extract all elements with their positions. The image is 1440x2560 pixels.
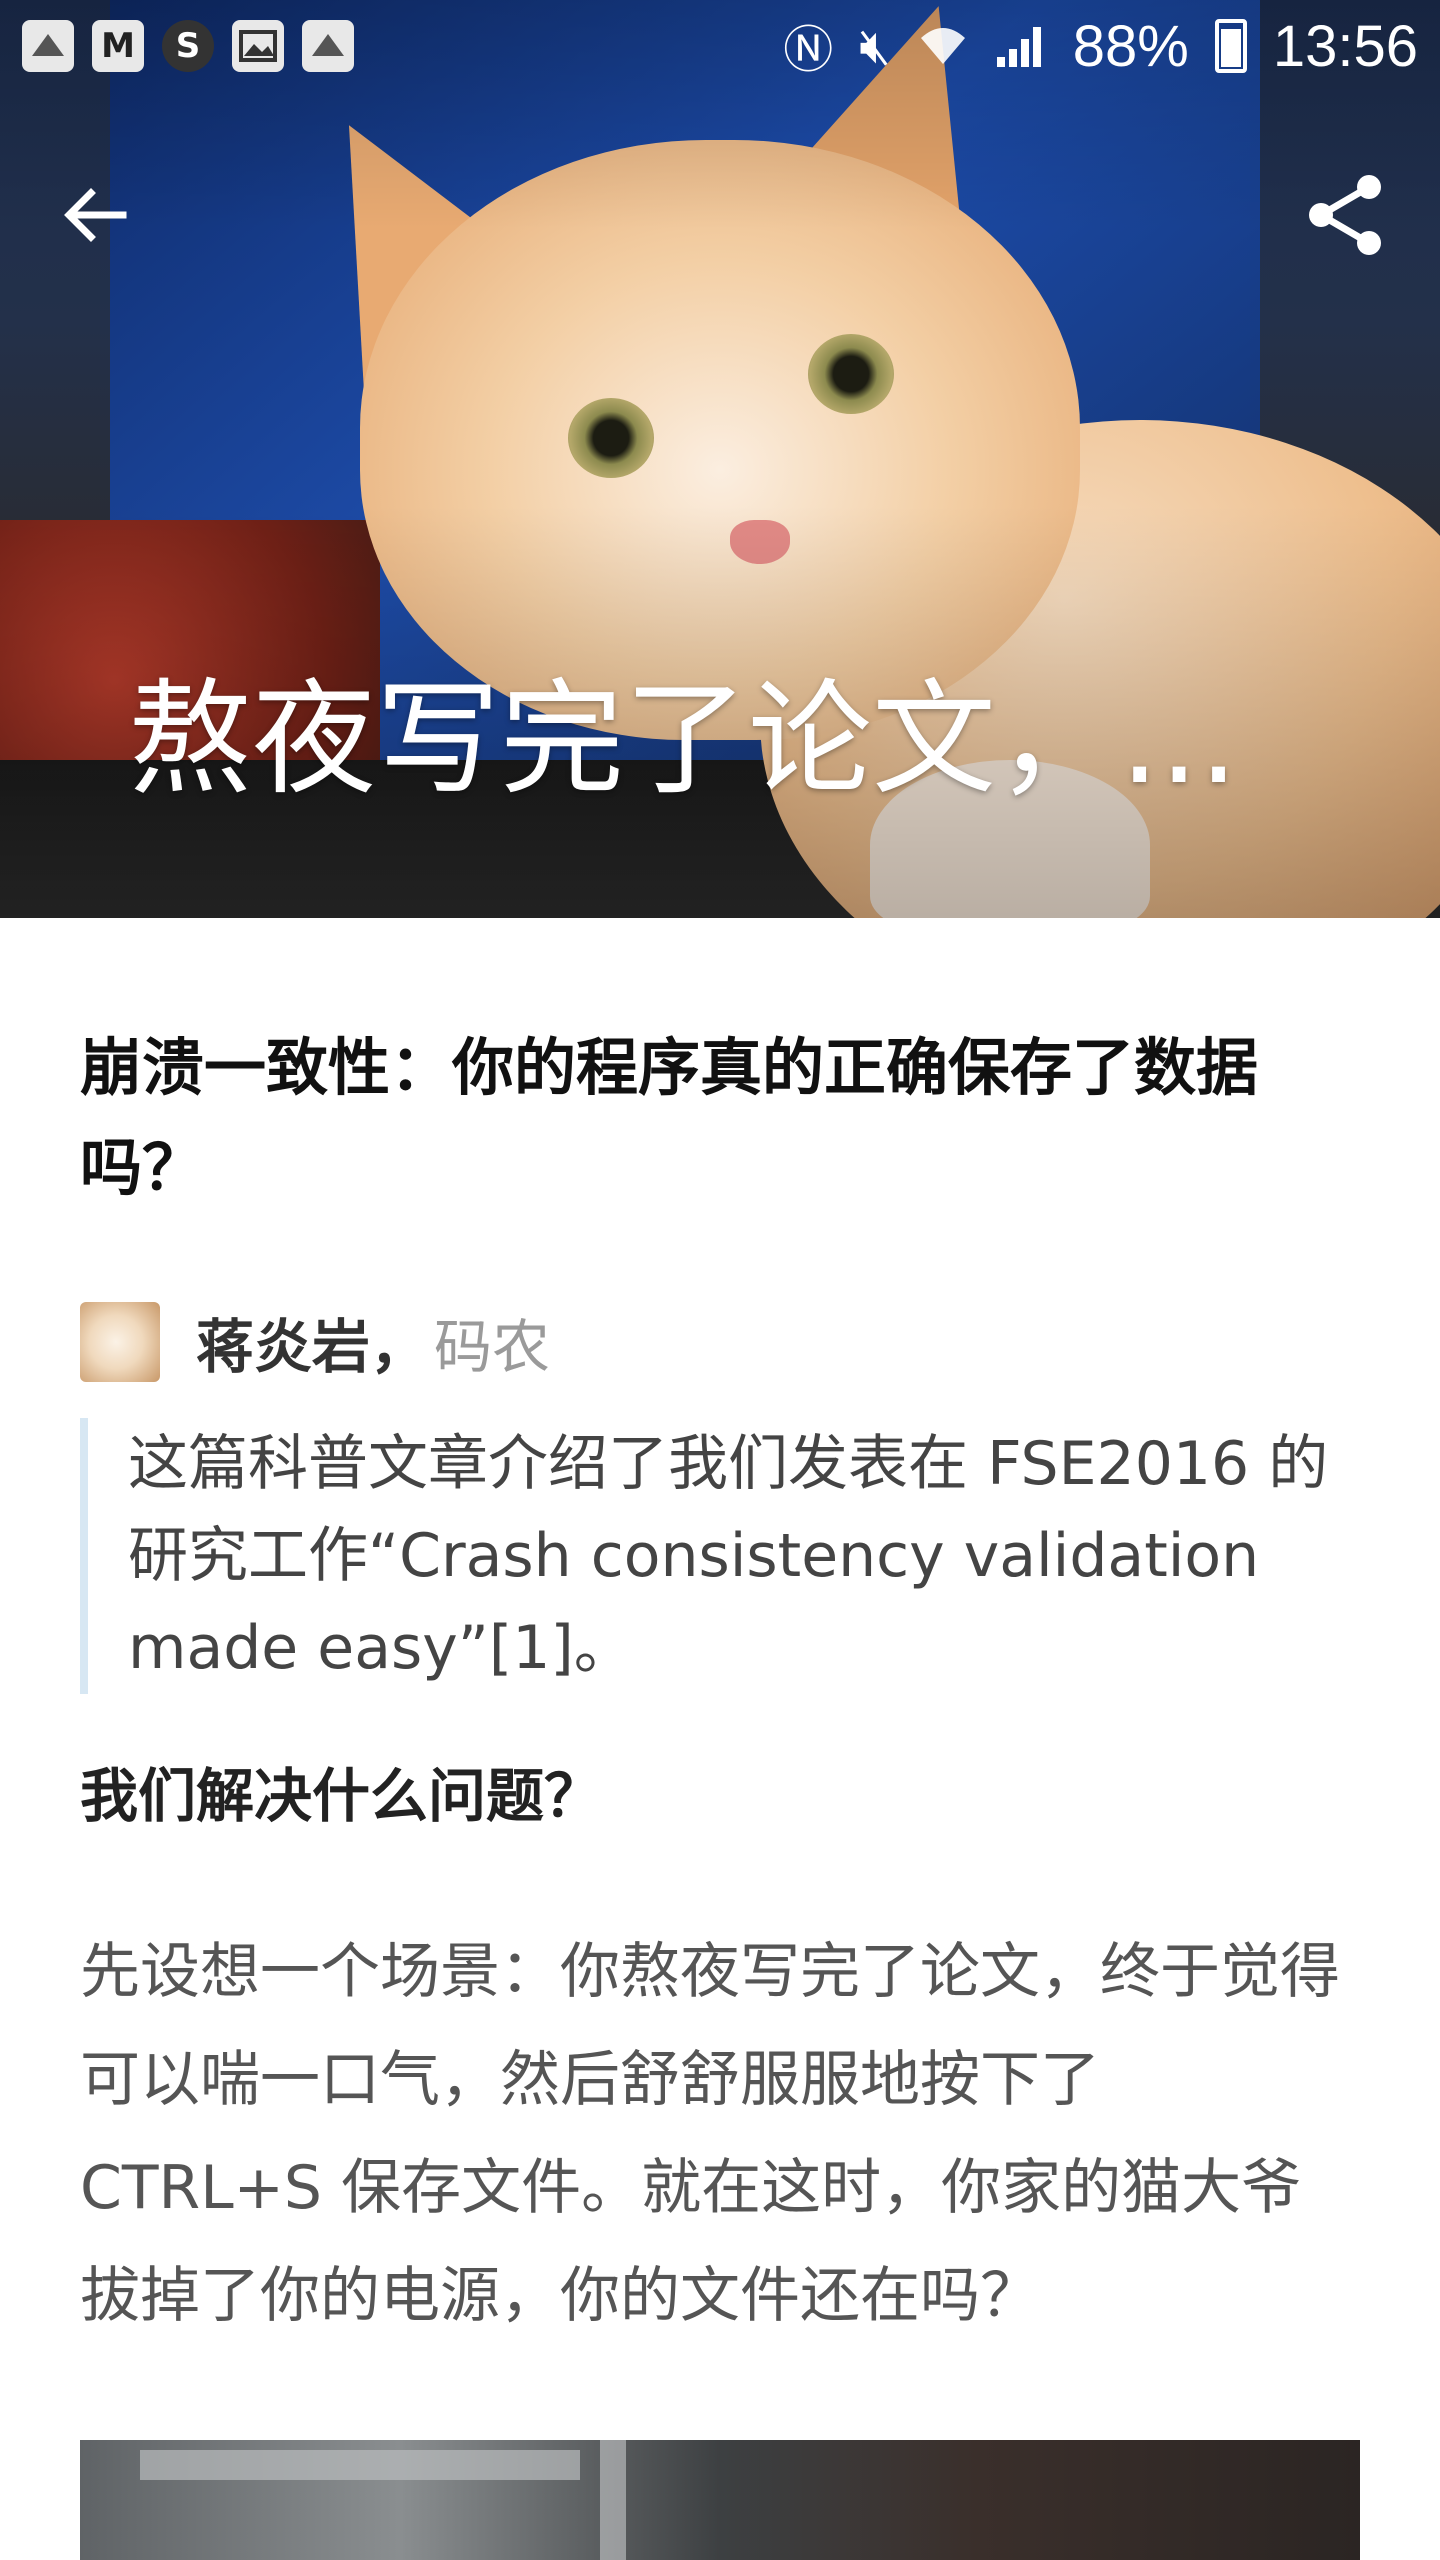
- article-image[interactable]: [80, 2440, 1360, 2560]
- article-body: 先设想一个场景：你熬夜写完了论文，终于觉得可以喘一口气，然后舒舒服服地按下了 C…: [80, 1937, 1340, 2331]
- author-row[interactable]: 蒋炎岩 ， 码农: [80, 1302, 1360, 1382]
- nfc-icon: Ⓝ: [783, 22, 834, 78]
- major-app-icon: M: [92, 20, 144, 72]
- notification-icons: M S: [22, 20, 354, 72]
- article-headline: 崩溃一致性：你的程序真的正确保存了数据吗？: [80, 1031, 1259, 1204]
- back-button[interactable]: [40, 160, 150, 270]
- share-button[interactable]: [1290, 160, 1400, 270]
- bird-app-icon-2: [302, 20, 354, 72]
- article-content: 崩溃一致性：你的程序真的正确保存了数据吗？ 蒋炎岩 ， 码农 这篇科普文章介绍了…: [80, 918, 1360, 2350]
- mute-icon: 🔇︎: [859, 17, 891, 74]
- avatar[interactable]: [80, 1302, 160, 1382]
- signal-icon: [996, 27, 1041, 67]
- author-name[interactable]: 蒋炎岩: [196, 1300, 370, 1384]
- battery-percent: 88%: [1072, 13, 1189, 79]
- clock: 13:56: [1272, 13, 1418, 79]
- arrow-left-icon: [64, 188, 127, 242]
- bird-app-icon: [22, 20, 74, 72]
- image-detail: [600, 2440, 626, 2560]
- system-status: Ⓝ 🔇︎ 88% 13:56: [783, 10, 1418, 82]
- gallery-icon: [232, 20, 284, 72]
- battery-icon: [1214, 19, 1247, 73]
- hero-image: M S Ⓝ 🔇︎ 88% 13:56 熬夜写完了论文，...: [0, 0, 1440, 918]
- hero-title: 熬夜写完了论文，...: [128, 668, 1239, 812]
- author-role: 码农: [434, 1313, 551, 1381]
- section-title: 我们解决什么问题？: [80, 1762, 603, 1830]
- s-app-icon: S: [162, 20, 214, 72]
- author-separator: ，: [370, 1313, 429, 1381]
- article-quote: 这篇科普文章介绍了我们发表在 FSE2016 的研究工作“Crash consi…: [80, 1418, 1360, 1694]
- image-detail: [140, 2450, 580, 2480]
- status-bar: M S Ⓝ 🔇︎ 88% 13:56: [0, 0, 1440, 92]
- wifi-icon: [920, 28, 965, 64]
- share-icon: [1309, 175, 1381, 255]
